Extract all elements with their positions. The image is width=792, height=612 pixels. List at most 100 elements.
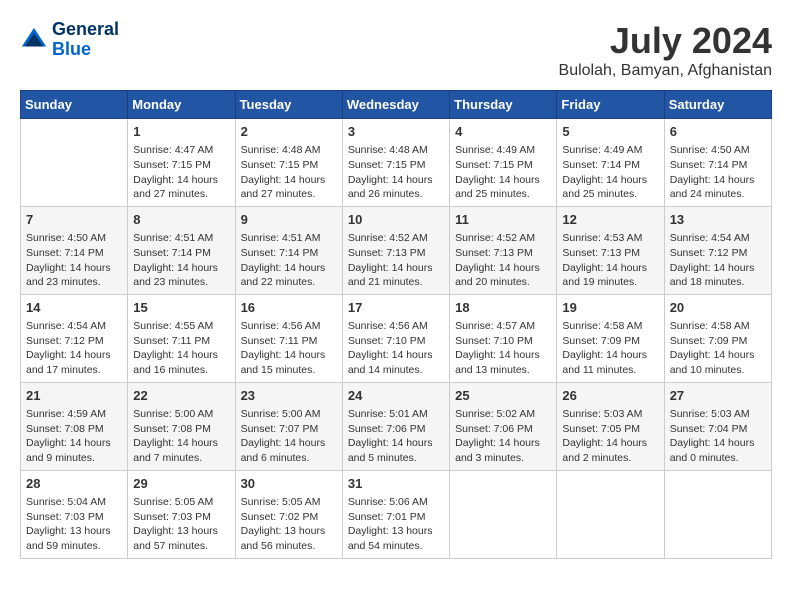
calendar-cell: 10Sunrise: 4:52 AMSunset: 7:13 PMDayligh… [342, 206, 449, 294]
day-info: Sunrise: 4:55 AM [133, 319, 229, 334]
calendar-cell: 25Sunrise: 5:02 AMSunset: 7:06 PMDayligh… [450, 382, 557, 470]
day-info: and 9 minutes. [26, 451, 122, 466]
day-info: Sunset: 7:12 PM [26, 334, 122, 349]
calendar-cell [664, 470, 771, 558]
day-info: Daylight: 14 hours [133, 173, 229, 188]
day-info: Daylight: 14 hours [670, 261, 766, 276]
day-number: 31 [348, 475, 444, 493]
day-number: 27 [670, 387, 766, 405]
day-info: Sunrise: 5:04 AM [26, 495, 122, 510]
calendar-cell: 8Sunrise: 4:51 AMSunset: 7:14 PMDaylight… [128, 206, 235, 294]
day-info: Sunset: 7:11 PM [133, 334, 229, 349]
day-info: and 20 minutes. [455, 275, 551, 290]
day-info: and 57 minutes. [133, 539, 229, 554]
day-number: 9 [241, 211, 337, 229]
day-number: 13 [670, 211, 766, 229]
day-info: Sunset: 7:14 PM [133, 246, 229, 261]
day-info: Sunrise: 4:56 AM [241, 319, 337, 334]
day-info: Daylight: 14 hours [670, 348, 766, 363]
day-info: Sunset: 7:01 PM [348, 510, 444, 525]
day-number: 4 [455, 123, 551, 141]
calendar-cell: 19Sunrise: 4:58 AMSunset: 7:09 PMDayligh… [557, 294, 664, 382]
calendar-cell: 24Sunrise: 5:01 AMSunset: 7:06 PMDayligh… [342, 382, 449, 470]
calendar-cell: 23Sunrise: 5:00 AMSunset: 7:07 PMDayligh… [235, 382, 342, 470]
day-number: 30 [241, 475, 337, 493]
day-info: Daylight: 14 hours [670, 173, 766, 188]
calendar-cell: 3Sunrise: 4:48 AMSunset: 7:15 PMDaylight… [342, 119, 449, 207]
day-info: Daylight: 14 hours [348, 436, 444, 451]
day-number: 23 [241, 387, 337, 405]
logo-text: General Blue [52, 20, 119, 60]
day-info: Sunset: 7:05 PM [562, 422, 658, 437]
day-number: 5 [562, 123, 658, 141]
day-number: 2 [241, 123, 337, 141]
day-info: and 3 minutes. [455, 451, 551, 466]
calendar-cell: 15Sunrise: 4:55 AMSunset: 7:11 PMDayligh… [128, 294, 235, 382]
week-row: 28Sunrise: 5:04 AMSunset: 7:03 PMDayligh… [21, 470, 772, 558]
calendar-table: SundayMondayTuesdayWednesdayThursdayFrid… [20, 90, 772, 559]
day-info: and 7 minutes. [133, 451, 229, 466]
day-info: and 13 minutes. [455, 363, 551, 378]
day-info: Sunrise: 5:03 AM [670, 407, 766, 422]
day-info: and 17 minutes. [26, 363, 122, 378]
day-info: Sunset: 7:10 PM [348, 334, 444, 349]
day-info: Daylight: 14 hours [241, 173, 337, 188]
day-info: Daylight: 14 hours [455, 348, 551, 363]
week-row: 7Sunrise: 4:50 AMSunset: 7:14 PMDaylight… [21, 206, 772, 294]
day-info: Sunset: 7:04 PM [670, 422, 766, 437]
day-info: Sunset: 7:15 PM [455, 158, 551, 173]
day-info: Sunset: 7:15 PM [348, 158, 444, 173]
calendar-cell: 20Sunrise: 4:58 AMSunset: 7:09 PMDayligh… [664, 294, 771, 382]
calendar-cell: 14Sunrise: 4:54 AMSunset: 7:12 PMDayligh… [21, 294, 128, 382]
day-number: 28 [26, 475, 122, 493]
day-info: Sunrise: 5:02 AM [455, 407, 551, 422]
day-info: Sunset: 7:06 PM [348, 422, 444, 437]
day-number: 3 [348, 123, 444, 141]
day-info: Sunset: 7:03 PM [133, 510, 229, 525]
day-info: Sunset: 7:14 PM [241, 246, 337, 261]
title-block: July 2024 Bulolah, Bamyan, Afghanistan [559, 20, 772, 80]
day-info: Sunrise: 4:52 AM [348, 231, 444, 246]
day-info: Daylight: 14 hours [241, 436, 337, 451]
day-info: Daylight: 13 hours [26, 524, 122, 539]
day-info: Daylight: 13 hours [241, 524, 337, 539]
header-thursday: Thursday [450, 91, 557, 119]
day-info: Daylight: 14 hours [455, 261, 551, 276]
day-info: Sunrise: 4:54 AM [26, 319, 122, 334]
day-number: 29 [133, 475, 229, 493]
day-info: Daylight: 14 hours [455, 173, 551, 188]
day-info: Sunset: 7:15 PM [133, 158, 229, 173]
day-info: Daylight: 14 hours [562, 173, 658, 188]
day-info: and 24 minutes. [670, 187, 766, 202]
calendar-cell: 1Sunrise: 4:47 AMSunset: 7:15 PMDaylight… [128, 119, 235, 207]
month-title: July 2024 [559, 20, 772, 62]
day-number: 20 [670, 299, 766, 317]
day-info: Sunrise: 4:49 AM [455, 143, 551, 158]
day-number: 26 [562, 387, 658, 405]
day-number: 17 [348, 299, 444, 317]
day-info: Sunset: 7:03 PM [26, 510, 122, 525]
day-info: Sunset: 7:06 PM [455, 422, 551, 437]
day-info: Daylight: 14 hours [133, 261, 229, 276]
day-info: Sunset: 7:14 PM [670, 158, 766, 173]
calendar-cell [450, 470, 557, 558]
calendar-cell: 22Sunrise: 5:00 AMSunset: 7:08 PMDayligh… [128, 382, 235, 470]
calendar-cell: 31Sunrise: 5:06 AMSunset: 7:01 PMDayligh… [342, 470, 449, 558]
day-number: 24 [348, 387, 444, 405]
day-number: 25 [455, 387, 551, 405]
day-info: Sunrise: 4:58 AM [670, 319, 766, 334]
calendar-cell: 4 Sunrise: 4:49 AMSunset: 7:15 PMDaylight… [450, 119, 557, 207]
day-info: and 10 minutes. [670, 363, 766, 378]
day-info: Daylight: 13 hours [348, 524, 444, 539]
day-info: Daylight: 14 hours [562, 261, 658, 276]
calendar-cell: 17Sunrise: 4:56 AMSunset: 7:10 PMDayligh… [342, 294, 449, 382]
day-info: and 54 minutes. [348, 539, 444, 554]
day-info: Sunrise: 4:51 AM [241, 231, 337, 246]
day-info: Sunrise: 4:57 AM [455, 319, 551, 334]
day-info: Daylight: 14 hours [670, 436, 766, 451]
logo-icon [20, 26, 48, 54]
day-info: Daylight: 14 hours [562, 348, 658, 363]
day-info: Sunrise: 4:59 AM [26, 407, 122, 422]
calendar-cell: 29Sunrise: 5:05 AMSunset: 7:03 PMDayligh… [128, 470, 235, 558]
day-info: and 22 minutes. [241, 275, 337, 290]
